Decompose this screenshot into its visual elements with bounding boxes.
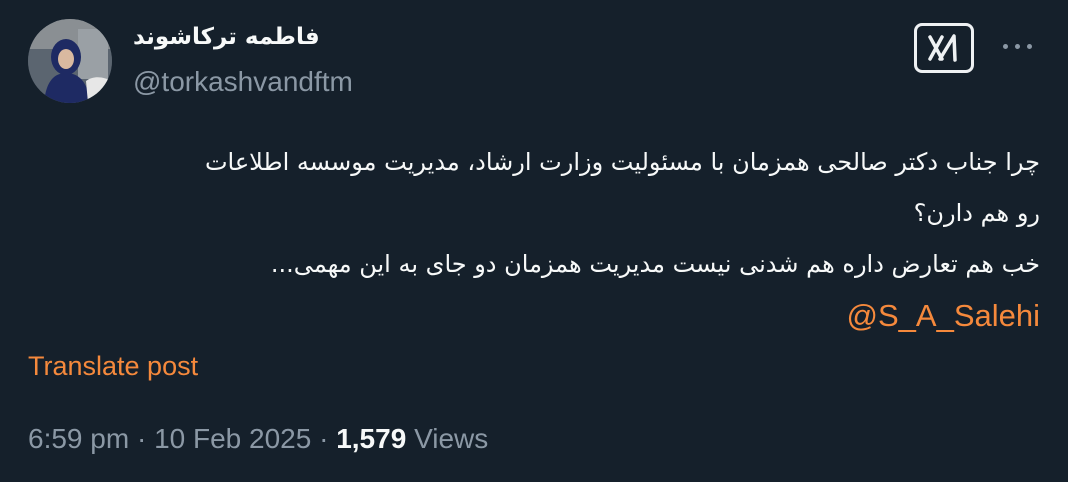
meta-separator: ·: [136, 423, 147, 454]
more-dot: [1015, 44, 1020, 49]
tweet-time[interactable]: 6:59 pm: [28, 423, 129, 454]
views-count: 1,579: [336, 423, 407, 454]
grok-button[interactable]: [914, 23, 974, 73]
profile-photo-icon: [28, 19, 112, 103]
tweet-text: چرا جناب دکتر صالحی همزمان با مسئولیت وز…: [24, 137, 1040, 341]
meta-separator: ·: [319, 423, 329, 454]
more-dots-icon: [1003, 44, 1008, 49]
tweet-line: خب هم تعارض داره هم شدنی نیست مدیریت همز…: [270, 250, 1040, 278]
translate-post-link[interactable]: Translate post: [28, 351, 198, 382]
author-handle[interactable]: @torkashvandftm: [133, 66, 353, 98]
more-options-button[interactable]: [996, 31, 1040, 61]
tweet-line: رو هم دارن؟: [913, 199, 1040, 227]
avatar[interactable]: [28, 19, 112, 103]
mention-link[interactable]: @S_A_Salehi: [24, 290, 1040, 341]
tweet-meta: 6:59 pm · 10 Feb 2025 · 1,579 Views: [28, 423, 488, 455]
author-display-name[interactable]: فاطمه ترکاشوند: [133, 24, 320, 50]
more-dot: [1027, 44, 1032, 49]
views-label: Views: [414, 423, 489, 454]
grok-icon: [928, 34, 957, 62]
tweet-line: چرا جناب دکتر صالحی همزمان با مسئولیت وز…: [204, 148, 1040, 176]
tweet-date[interactable]: 10 Feb 2025: [154, 423, 311, 454]
